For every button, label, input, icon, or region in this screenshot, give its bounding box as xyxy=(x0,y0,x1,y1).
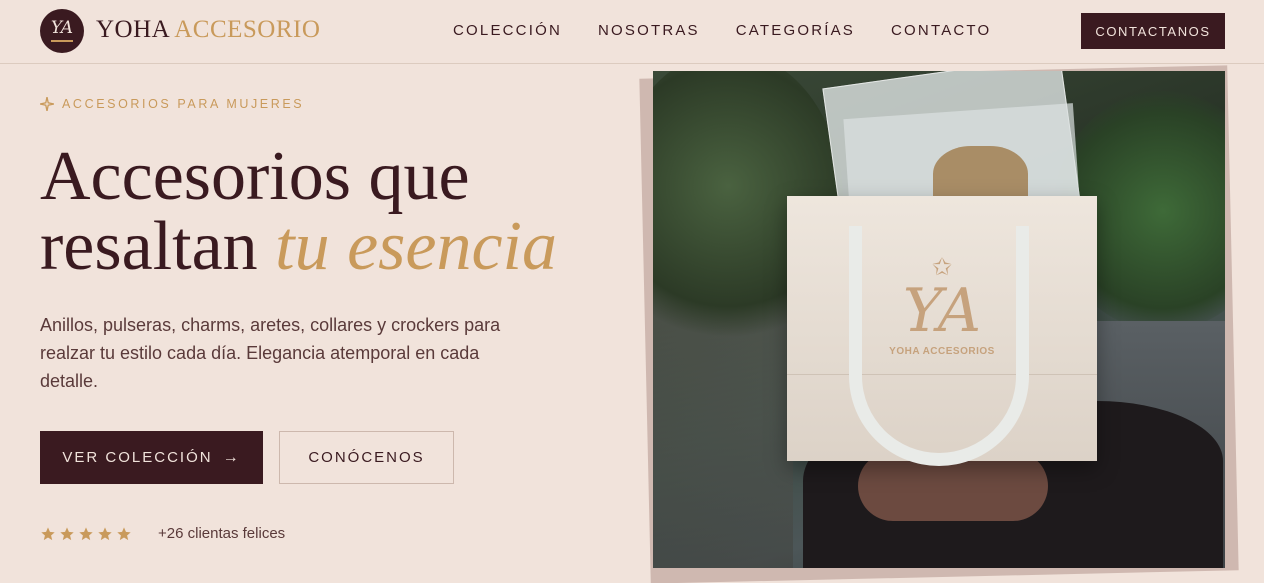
contact-button[interactable]: CONTACTANOS xyxy=(1081,13,1225,49)
main-menu: COLECCIÓN NOSOTRAS CATEGORÍAS CONTACTO xyxy=(453,22,1027,39)
nav-link-categorias[interactable]: CATEGORÍAS xyxy=(736,22,855,39)
hero-photo: ✩ YA YOHA ACCESORIOS xyxy=(653,71,1225,568)
star-icon xyxy=(79,526,93,540)
hero-headline: Accesorios que resaltan tu esencia xyxy=(40,142,557,282)
sparkle-icon xyxy=(40,97,54,111)
brand-logo[interactable]: YA xyxy=(40,9,84,53)
view-collection-label: VER COLECCIÓN xyxy=(62,449,213,466)
bag-monogram: YA xyxy=(902,276,982,346)
rating-stars xyxy=(40,526,135,542)
top-navigation: YA YOHA ACCESORIO COLECCIÓN NOSOTRAS CAT… xyxy=(0,0,1264,64)
bag-logo: ✩ YA YOHA ACCESORIOS xyxy=(877,256,1007,358)
nav-link-contacto[interactable]: CONTACTO xyxy=(891,22,991,39)
headline-accent: tu esencia xyxy=(275,208,558,285)
hero-eyebrow: ACCESORIOS PARA MUJERES xyxy=(40,97,304,111)
arrow-right-icon: → xyxy=(222,448,241,466)
brand-name-part2: ACCESORIO xyxy=(174,16,321,43)
view-collection-button[interactable]: VER COLECCIÓN → xyxy=(40,431,263,484)
brand-name[interactable]: YOHA ACCESORIO xyxy=(96,16,320,44)
star-icon xyxy=(41,526,55,540)
nav-link-nosotras[interactable]: NOSOTRAS xyxy=(598,22,700,39)
star-icon xyxy=(98,526,112,540)
about-us-button[interactable]: CONÓCENOS xyxy=(279,431,454,484)
headline-line2: resaltan xyxy=(40,208,258,285)
nav-link-coleccion[interactable]: COLECCIÓN xyxy=(453,22,562,39)
headline-line1: Accesorios que xyxy=(40,138,470,215)
eyebrow-text: ACCESORIOS PARA MUJERES xyxy=(62,97,305,111)
hero-description: Anillos, pulseras, charms, aretes, colla… xyxy=(40,315,501,391)
rating-text: +26 clientas felices xyxy=(158,525,286,542)
star-icon xyxy=(60,526,74,540)
logo-monogram: YA xyxy=(50,18,74,38)
customer-rating: +26 clientas felices xyxy=(40,525,285,542)
bag-brand-label: YOHA ACCESORIOS xyxy=(889,346,995,357)
star-icon xyxy=(117,526,131,540)
logo-underline xyxy=(51,40,73,42)
gift-bag: ✩ YA YOHA ACCESORIOS xyxy=(787,196,1097,466)
brand-name-part1: YOHA xyxy=(96,16,169,43)
